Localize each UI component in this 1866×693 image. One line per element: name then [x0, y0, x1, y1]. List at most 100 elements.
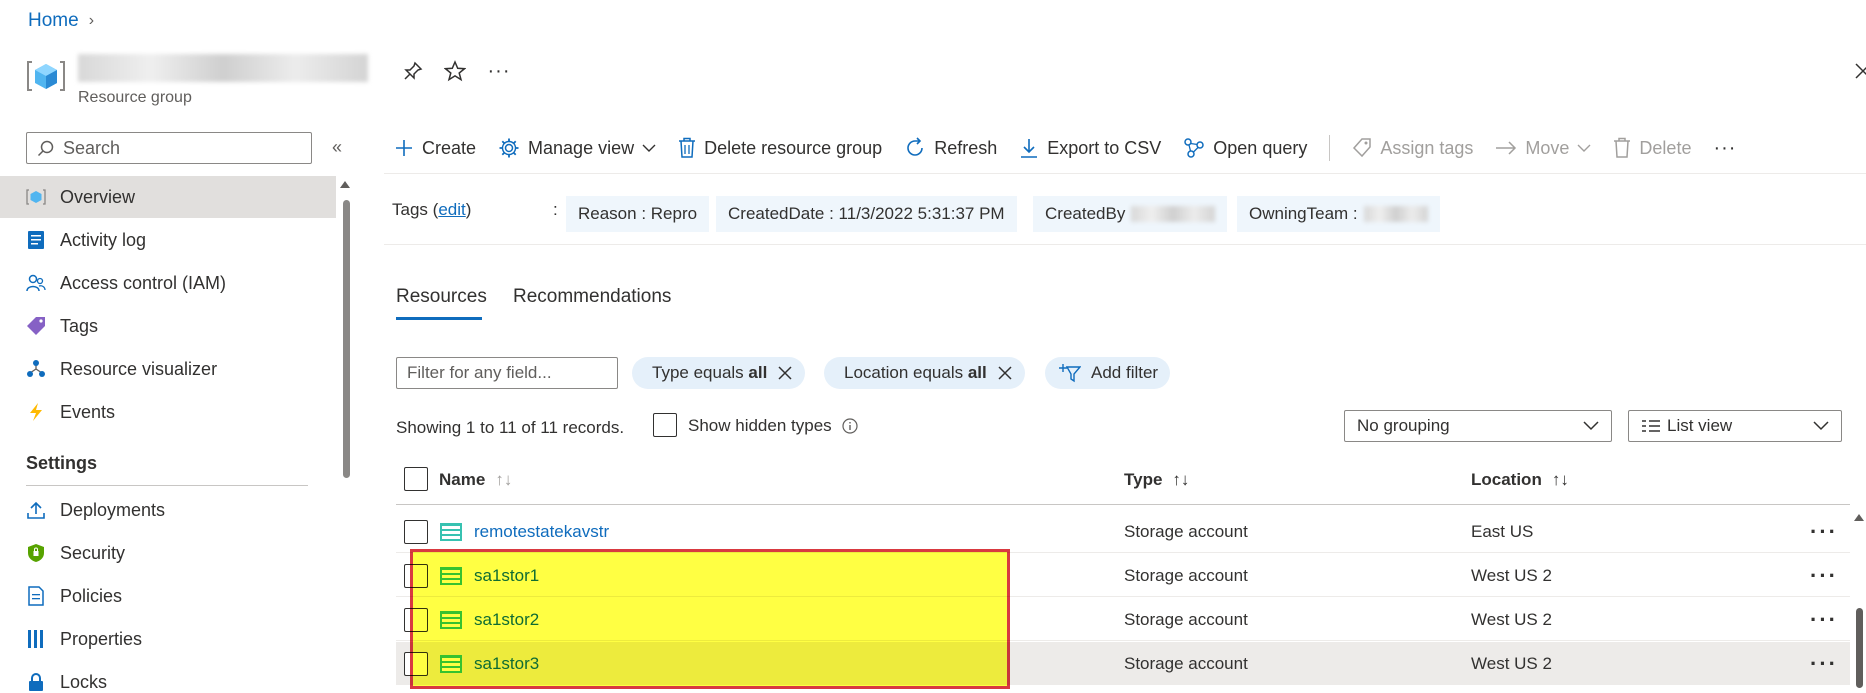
sidebar-item-resource-visualizer[interactable]: Resource visualizer	[0, 348, 336, 390]
open-query-button[interactable]: Open query	[1183, 137, 1307, 159]
chevron-down-icon	[1577, 144, 1591, 152]
sidebar-item-properties[interactable]: Properties	[0, 618, 336, 660]
tag-text: OwningTeam :	[1249, 204, 1358, 223]
sidebar-item-events[interactable]: Events	[0, 391, 336, 433]
select-all-checkbox[interactable]	[404, 467, 428, 491]
grouping-dropdown[interactable]: No grouping	[1344, 410, 1612, 442]
manage-view-button[interactable]: Manage view	[498, 137, 656, 159]
resource-type: Storage account	[1124, 521, 1248, 541]
scroll-up-icon[interactable]	[1854, 513, 1864, 523]
policy-icon	[26, 586, 46, 606]
sidebar-item-security[interactable]: Security	[0, 532, 336, 574]
assign-tags-label: Assign tags	[1380, 137, 1474, 158]
trash-icon	[679, 137, 696, 158]
chevron-down-icon	[1813, 421, 1829, 431]
gear-icon	[499, 138, 519, 158]
hierarchy-icon	[26, 359, 46, 379]
sidebar-item-overview[interactable]: Overview	[0, 176, 336, 218]
more-icon[interactable]: ···	[484, 56, 514, 86]
type-filter-value: all	[748, 363, 768, 382]
location-filter-pill[interactable]: Location equals all	[824, 357, 1025, 389]
sidebar-scrollbar-thumb[interactable]	[343, 200, 350, 478]
sidebar-item-activity-log[interactable]: Activity log	[0, 219, 336, 261]
delete-resource-group-button[interactable]: Delete resource group	[678, 137, 882, 159]
refresh-button[interactable]: Refresh	[904, 137, 997, 159]
move-button[interactable]: Move	[1495, 138, 1591, 159]
column-header-location[interactable]: Location ↑↓	[1471, 470, 1569, 490]
sidebar-item-policies[interactable]: Policies	[0, 575, 336, 617]
column-header-label: Location	[1471, 470, 1542, 489]
show-hidden-checkbox[interactable]	[653, 413, 677, 437]
close-icon[interactable]	[777, 365, 793, 381]
column-header-type[interactable]: Type ↑↓	[1124, 470, 1189, 490]
open-query-label: Open query	[1213, 137, 1308, 158]
sidebar-search-input[interactable]: Search	[26, 132, 312, 164]
sidebar-item-deployments[interactable]: Deployments	[0, 489, 336, 531]
people-icon	[26, 273, 46, 293]
chevron-down-icon	[1583, 421, 1599, 431]
resource-location: West US 2	[1471, 609, 1552, 629]
divider	[396, 504, 1850, 505]
tab-resources[interactable]: Resources	[396, 286, 487, 308]
pin-icon[interactable]	[398, 56, 428, 86]
view-value: List view	[1667, 416, 1733, 435]
tag-owning-team[interactable]: OwningTeam :	[1237, 196, 1440, 232]
sidebar-item-access-control[interactable]: Access control (IAM)	[0, 262, 336, 304]
row-more-icon[interactable]: ···	[1810, 554, 1838, 597]
add-filter-label: Add filter	[1091, 363, 1159, 382]
export-csv-button[interactable]: Export to CSV	[1019, 137, 1161, 159]
resource-location: West US 2	[1471, 565, 1552, 585]
collapse-sidebar-icon[interactable]: «	[326, 134, 348, 160]
tag-reason[interactable]: Reason : Repro	[566, 196, 710, 232]
sidebar-item-label: Access control (IAM)	[60, 272, 227, 293]
records-count: Showing 1 to 11 of 11 records.	[396, 418, 625, 437]
tag-created-by[interactable]: CreatedBy	[1033, 196, 1228, 232]
download-icon	[1021, 139, 1038, 158]
sidebar-item-label: Security	[60, 542, 126, 563]
resource-name-link[interactable]: remotestatekavstr	[474, 522, 609, 542]
row-checkbox[interactable]	[404, 519, 428, 544]
row-more-icon[interactable]: ···	[1810, 598, 1838, 641]
tags-edit-link[interactable]: edit	[438, 200, 465, 219]
command-bar: Create Manage view Delete resource group…	[394, 132, 1758, 164]
resource-type-label: Resource group	[78, 89, 192, 106]
star-icon[interactable]	[440, 56, 470, 86]
scroll-up-icon[interactable]	[340, 180, 350, 190]
more-commands-icon[interactable]: ···	[1713, 137, 1736, 160]
sidebar-item-label: Properties	[60, 628, 143, 649]
filter-placeholder: Filter for any field...	[407, 363, 552, 382]
filter-input[interactable]: Filter for any field...	[396, 357, 618, 389]
annotation-highlight-box	[410, 549, 1010, 689]
chevron-down-icon	[642, 144, 656, 152]
sidebar-item-label: Deployments	[60, 499, 166, 520]
search-placeholder: Search	[63, 137, 121, 158]
resource-type: Storage account	[1124, 565, 1248, 585]
type-filter-pill[interactable]: Type equals all	[632, 357, 806, 389]
row-more-icon[interactable]: ···	[1810, 510, 1838, 553]
tag-created-date[interactable]: CreatedDate : 11/3/2022 5:31:37 PM	[716, 196, 1017, 232]
resource-location: West US 2	[1471, 653, 1552, 673]
tag-icon	[1353, 138, 1372, 158]
grid-scrollbar-thumb[interactable]	[1856, 608, 1863, 688]
view-dropdown[interactable]: List view	[1628, 410, 1842, 442]
table-row[interactable]: remotestatekavstr Storage account East U…	[396, 510, 1850, 553]
assign-tags-button[interactable]: Assign tags	[1352, 137, 1473, 159]
breadcrumb-home-link[interactable]: Home	[28, 10, 79, 32]
tab-recommendations[interactable]: Recommendations	[513, 286, 671, 308]
create-button[interactable]: Create	[394, 138, 476, 159]
add-filter-button[interactable]: Add filter	[1045, 357, 1171, 389]
delete-button[interactable]: Delete	[1613, 137, 1691, 159]
refresh-label: Refresh	[934, 137, 998, 158]
resource-type: Storage account	[1124, 653, 1248, 673]
tags-text: Tags	[392, 200, 428, 219]
search-icon	[37, 140, 54, 157]
column-header-name[interactable]: Name ↑↓	[439, 470, 512, 490]
info-icon[interactable]	[842, 418, 858, 434]
close-icon[interactable]	[1854, 56, 1866, 86]
sidebar-item-tags[interactable]: Tags	[0, 305, 336, 347]
refresh-icon	[907, 137, 924, 156]
sidebar-item-locks[interactable]: Locks	[0, 661, 336, 693]
arrow-right-icon	[1496, 141, 1517, 155]
row-more-icon[interactable]: ···	[1810, 642, 1838, 685]
close-icon[interactable]	[997, 365, 1013, 381]
